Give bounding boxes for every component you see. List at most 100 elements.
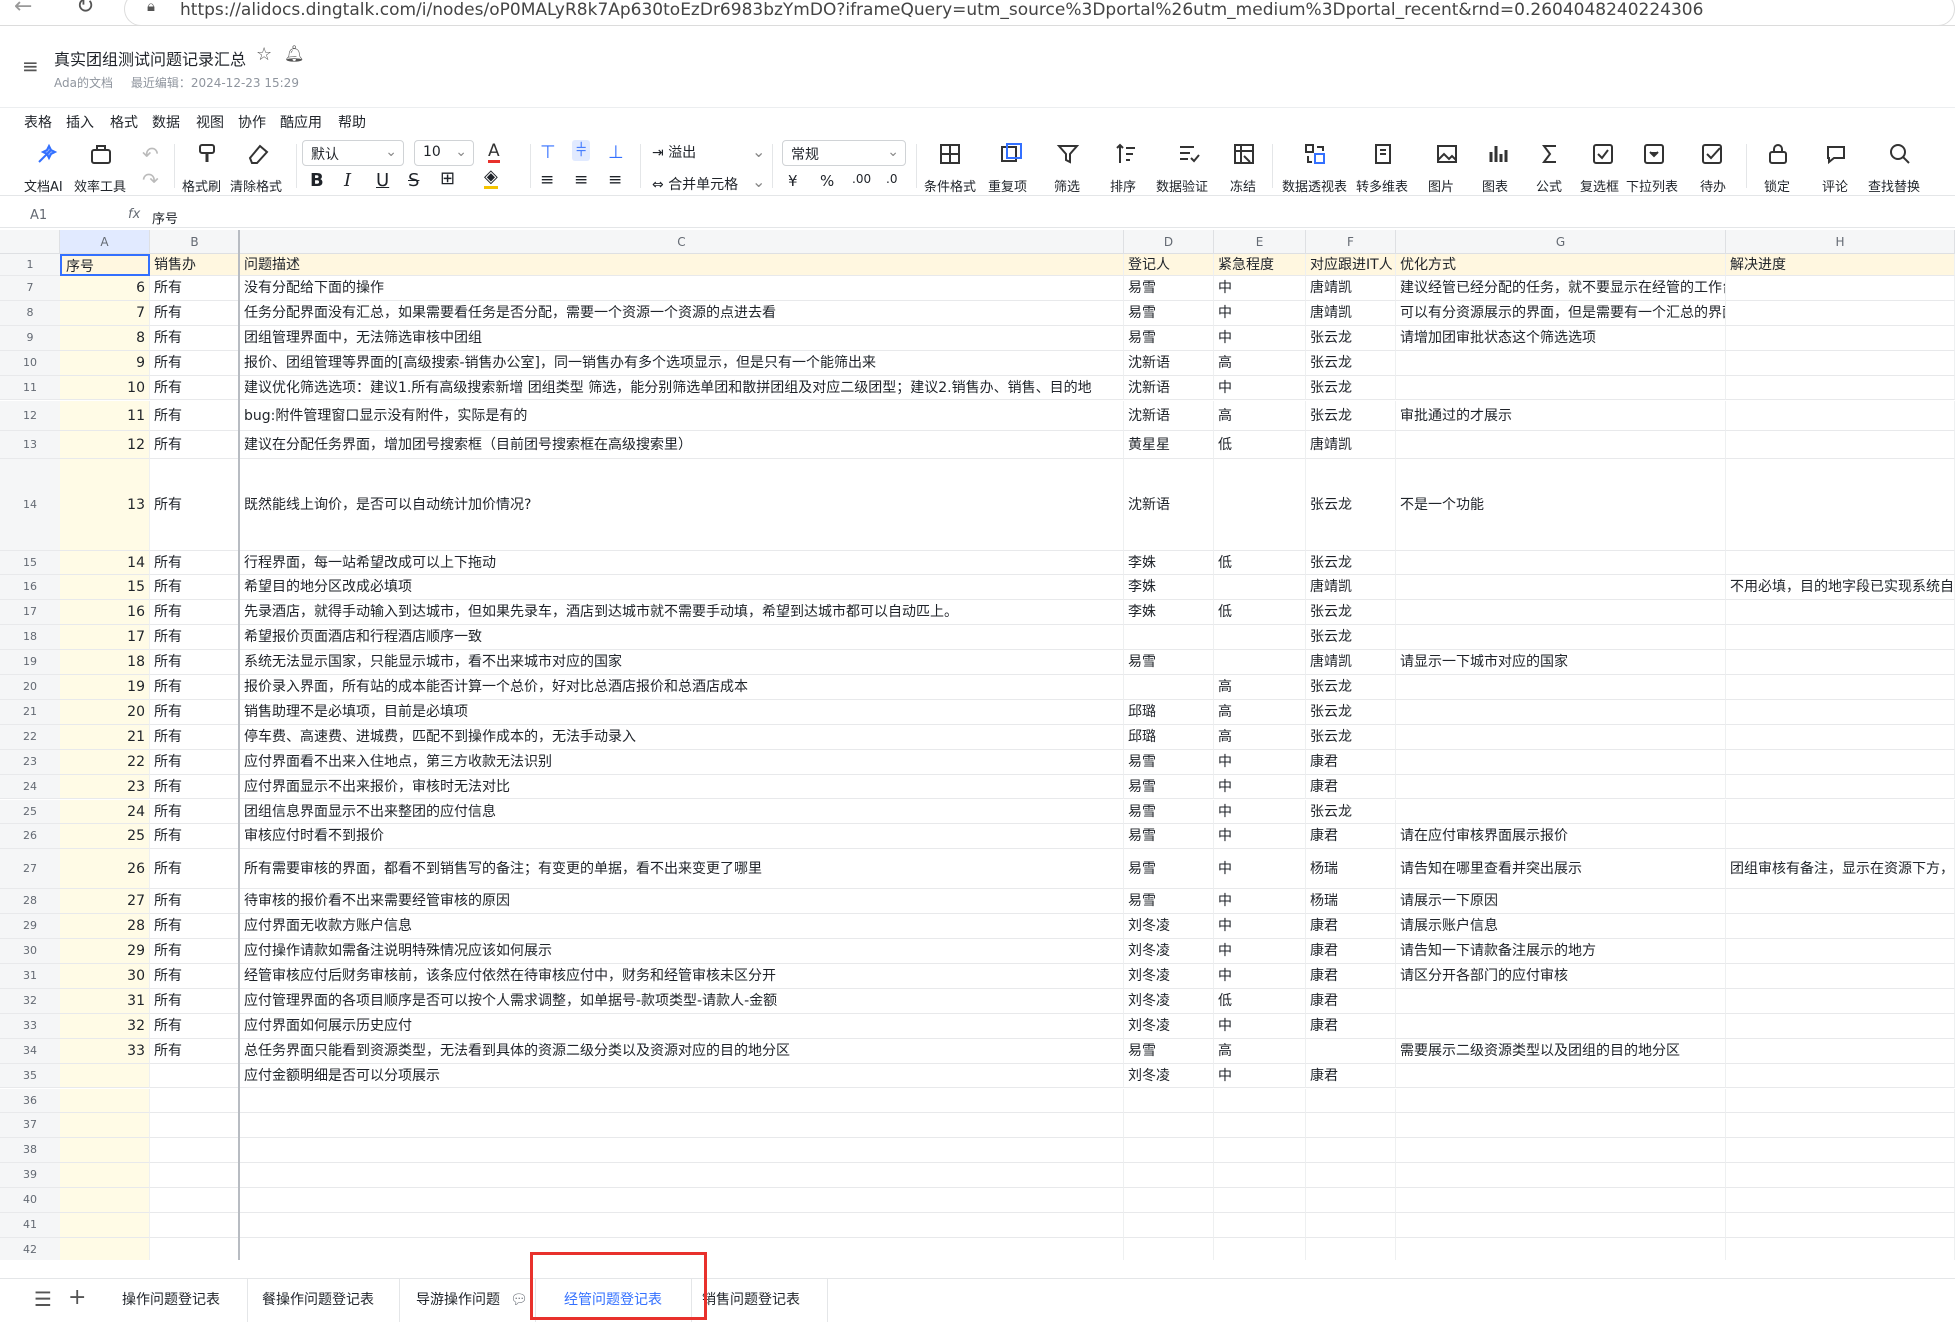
cell-e[interactable]: 中 bbox=[1214, 375, 1306, 401]
redo-icon[interactable]: ↷ bbox=[142, 168, 159, 192]
cell-a[interactable]: 17 bbox=[60, 625, 150, 651]
cell-f[interactable]: 张云龙 bbox=[1306, 600, 1396, 626]
cell-d[interactable] bbox=[1124, 625, 1214, 651]
cell-c[interactable]: 应付管理界面的各项目顺序是否可以按个人需求调整，如单据号-款项类型-请款人-金额 bbox=[240, 988, 1124, 1014]
doc-title[interactable]: 真实团组测试问题记录汇总 bbox=[54, 46, 246, 70]
cell-d[interactable]: 沈新语 bbox=[1124, 375, 1214, 401]
cell-g[interactable]: 可以有分资源展示的界面，但是需要有一个汇总的界面 bbox=[1396, 300, 1726, 326]
cell-f[interactable]: 张云龙 bbox=[1306, 625, 1396, 651]
align-top-icon[interactable]: ⊤ bbox=[540, 142, 556, 163]
cell-f[interactable]: 唐靖凯 bbox=[1306, 575, 1396, 601]
cell-h[interactable] bbox=[1726, 1237, 1955, 1260]
row-number[interactable]: 28 bbox=[0, 889, 60, 915]
cell-d[interactable]: 沈新语 bbox=[1124, 458, 1214, 551]
cell-h[interactable] bbox=[1726, 550, 1955, 576]
cell-e[interactable] bbox=[1214, 1088, 1306, 1114]
header-cell[interactable]: 销售办 bbox=[150, 254, 240, 276]
cell-g[interactable]: 请展示账户信息 bbox=[1396, 914, 1726, 940]
cell-d[interactable]: 易雪 bbox=[1124, 749, 1214, 775]
cell-e[interactable] bbox=[1214, 1163, 1306, 1189]
cell-h[interactable] bbox=[1726, 799, 1955, 825]
cell-b[interactable]: 所有 bbox=[150, 300, 240, 326]
cell-a[interactable]: 29 bbox=[60, 939, 150, 964]
cell-f[interactable]: 张云龙 bbox=[1306, 550, 1396, 576]
cell-f[interactable]: 康君 bbox=[1306, 988, 1396, 1014]
cell-c[interactable]: 所有需要审核的界面，都看不到销售写的备注；有变更的单据，看不出来变更了哪里 bbox=[240, 849, 1124, 890]
cell-h[interactable] bbox=[1726, 824, 1955, 850]
row-number[interactable]: 16 bbox=[0, 575, 60, 601]
cell-a[interactable] bbox=[60, 1138, 150, 1164]
cell-f[interactable]: 张云龙 bbox=[1306, 400, 1396, 431]
cell-a[interactable]: 32 bbox=[60, 1013, 150, 1039]
cell-e[interactable]: 高 bbox=[1214, 675, 1306, 700]
freeze-line[interactable] bbox=[238, 230, 240, 1260]
cell-h[interactable] bbox=[1726, 600, 1955, 626]
align-right-icon[interactable]: ≡ bbox=[608, 170, 622, 190]
cell-h[interactable] bbox=[1726, 458, 1955, 551]
row-number[interactable]: 32 bbox=[0, 988, 60, 1014]
cell-b[interactable]: 所有 bbox=[150, 749, 240, 775]
row-number[interactable]: 17 bbox=[0, 600, 60, 626]
cell-b[interactable]: 所有 bbox=[150, 799, 240, 825]
row-number[interactable]: 18 bbox=[0, 625, 60, 651]
cell-h[interactable] bbox=[1726, 914, 1955, 940]
cell-h[interactable] bbox=[1726, 988, 1955, 1014]
cell-b[interactable]: 所有 bbox=[150, 575, 240, 601]
cell-c[interactable]: 报价、团组管理等界面的[高级搜索-销售办公室]，同一销售办有多个选项显示，但是只… bbox=[240, 350, 1124, 376]
cell-c[interactable]: 应付界面显示不出来报价，审核时无法对比 bbox=[240, 774, 1124, 800]
cell-e[interactable]: 中 bbox=[1214, 749, 1306, 775]
row-number[interactable]: 23 bbox=[0, 749, 60, 775]
cell-g[interactable]: 请区分开各部门的应付审核 bbox=[1396, 964, 1726, 989]
cell-a[interactable]: 11 bbox=[60, 400, 150, 431]
cell-d[interactable]: 刘冬凌 bbox=[1124, 939, 1214, 964]
row-number[interactable]: 36 bbox=[0, 1088, 60, 1114]
cell-f[interactable]: 张云龙 bbox=[1306, 699, 1396, 725]
cell-g[interactable] bbox=[1396, 625, 1726, 651]
column-header-b[interactable]: B bbox=[150, 230, 240, 254]
cell-e[interactable]: 高 bbox=[1214, 350, 1306, 376]
cell-b[interactable]: 所有 bbox=[150, 350, 240, 376]
cell-b[interactable]: 所有 bbox=[150, 650, 240, 675]
column-header-h[interactable]: H bbox=[1726, 230, 1955, 254]
column-header-e[interactable]: E bbox=[1214, 230, 1306, 254]
cell-e[interactable] bbox=[1214, 1113, 1306, 1139]
cell-a[interactable]: 16 bbox=[60, 600, 150, 626]
cell-f[interactable]: 康君 bbox=[1306, 914, 1396, 940]
sheet-tab[interactable]: 销售问题登记表 bbox=[692, 1279, 828, 1322]
decimal-decrease-icon[interactable]: .00 bbox=[852, 172, 871, 186]
cell-h[interactable] bbox=[1726, 699, 1955, 725]
cell-b[interactable]: 所有 bbox=[150, 325, 240, 351]
cell-b[interactable]: 所有 bbox=[150, 774, 240, 800]
cell-f[interactable] bbox=[1306, 1088, 1396, 1114]
cell-e[interactable] bbox=[1214, 575, 1306, 601]
align-middle-icon[interactable]: ⫩ bbox=[572, 140, 591, 161]
cell-g[interactable] bbox=[1396, 600, 1726, 626]
cell-h[interactable] bbox=[1726, 430, 1955, 459]
cell-h[interactable] bbox=[1726, 889, 1955, 915]
cell-a[interactable]: 7 bbox=[60, 300, 150, 326]
strikethrough-icon[interactable]: S bbox=[408, 170, 419, 191]
cell-c[interactable]: 团组信息界面显示不出来整团的应付信息 bbox=[240, 799, 1124, 825]
cell-a[interactable]: 28 bbox=[60, 914, 150, 940]
menu-format[interactable]: 格式 bbox=[110, 112, 138, 132]
cell-b[interactable] bbox=[150, 1088, 240, 1114]
cell-g[interactable] bbox=[1396, 1113, 1726, 1139]
column-header-f[interactable]: F bbox=[1306, 230, 1396, 254]
row-number[interactable]: 10 bbox=[0, 350, 60, 376]
cell-a[interactable]: 31 bbox=[60, 988, 150, 1014]
cell-a[interactable]: 27 bbox=[60, 889, 150, 915]
cell-d[interactable]: 刘冬凌 bbox=[1124, 1013, 1214, 1039]
menu-view[interactable]: 视图 bbox=[196, 112, 224, 132]
cell-b[interactable] bbox=[150, 1188, 240, 1213]
cell-g[interactable]: 请展示一下原因 bbox=[1396, 889, 1726, 915]
cell-g[interactable]: 请在应付审核界面展示报价 bbox=[1396, 824, 1726, 850]
cell-g[interactable] bbox=[1396, 430, 1726, 459]
cell-a[interactable]: 21 bbox=[60, 724, 150, 750]
header-cell[interactable]: 序号 bbox=[60, 254, 150, 276]
cell-h[interactable] bbox=[1726, 1213, 1955, 1238]
cell-e[interactable]: 低 bbox=[1214, 550, 1306, 576]
cell-g[interactable]: 请增加团审批状态这个筛选选项 bbox=[1396, 325, 1726, 351]
cell-e[interactable]: 中 bbox=[1214, 276, 1306, 301]
cell-c[interactable]: 系统无法显示国家，只能显示城市，看不出来城市对应的国家 bbox=[240, 650, 1124, 675]
row-number[interactable]: 37 bbox=[0, 1113, 60, 1139]
